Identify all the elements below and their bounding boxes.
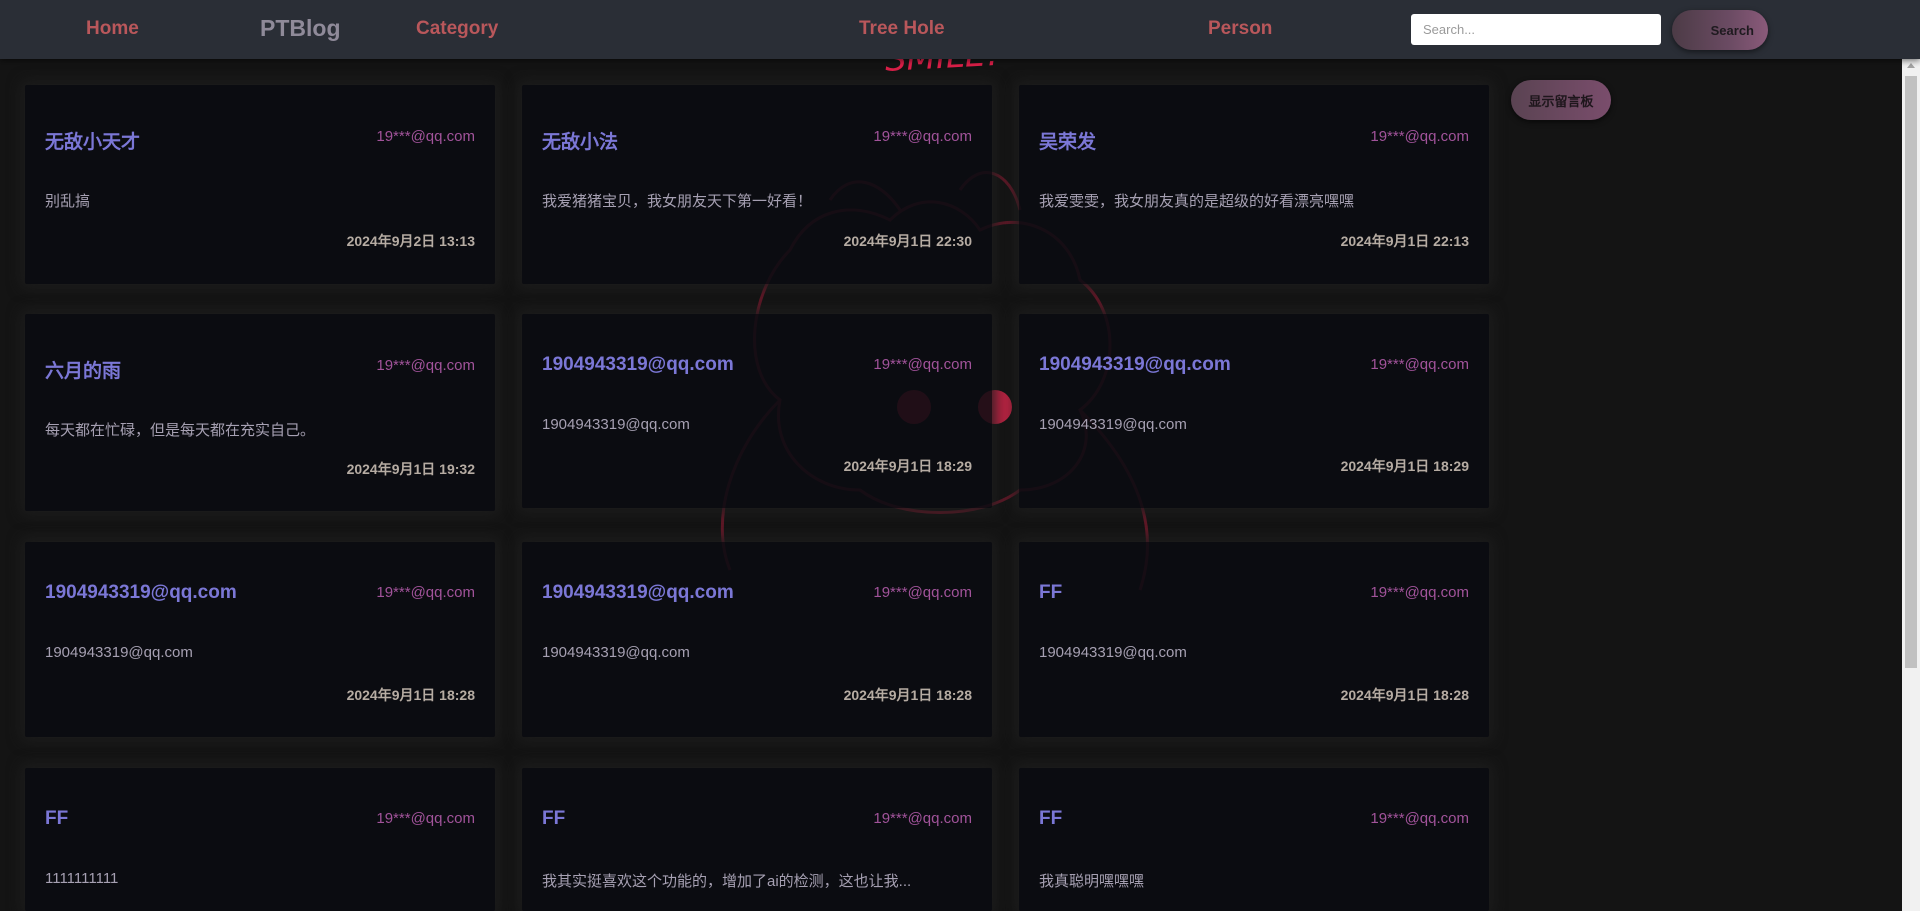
card-email: 19***@qq.com xyxy=(376,810,475,827)
nav-home-link[interactable]: Home xyxy=(86,0,139,59)
message-card[interactable]: 1904943319@qq.com 19***@qq.com 190494331… xyxy=(1019,314,1489,508)
card-date: 2024年9月1日 18:28 xyxy=(843,687,972,703)
card-title: 六月的雨 xyxy=(45,361,122,382)
page-scrollbar[interactable] xyxy=(1902,59,1920,911)
card-email: 19***@qq.com xyxy=(873,356,972,373)
nav-category-link[interactable]: Category xyxy=(416,0,498,59)
card-content: 每天都在忙碌，但是每天都在充实自己。 xyxy=(45,422,316,439)
card-content: 我爱雯雯，我女朋友真的是超级的好看漂亮嘿嘿 xyxy=(1039,193,1355,210)
nav-tree-hole-link[interactable]: Tree Hole xyxy=(859,0,945,59)
brand-logo-link[interactable]: PTBlog xyxy=(260,0,341,59)
message-card[interactable]: FF 19***@qq.com 1904943319@qq.com 2024年9… xyxy=(1019,542,1489,737)
message-card[interactable]: 吴荣发 19***@qq.com 我爱雯雯，我女朋友真的是超级的好看漂亮嘿嘿 2… xyxy=(1019,85,1489,284)
search-input[interactable] xyxy=(1411,14,1661,45)
top-navigation: Home PTBlog Category Tree Hole Person Se… xyxy=(0,0,1920,59)
message-card[interactable]: 1904943319@qq.com 19***@qq.com 190494331… xyxy=(25,542,495,737)
card-date: 2024年9月1日 18:29 xyxy=(843,458,972,474)
card-date: 2024年9月1日 19:32 xyxy=(346,461,475,477)
card-title: FF xyxy=(542,808,566,829)
card-email: 19***@qq.com xyxy=(376,357,475,374)
message-card[interactable]: FF 19***@qq.com 1111111111 xyxy=(25,768,495,911)
card-email: 19***@qq.com xyxy=(1370,810,1469,827)
message-card[interactable]: 1904943319@qq.com 19***@qq.com 190494331… xyxy=(522,314,992,508)
nav-person-link[interactable]: Person xyxy=(1208,0,1272,59)
card-email: 19***@qq.com xyxy=(1370,128,1469,145)
card-email: 19***@qq.com xyxy=(873,584,972,601)
search-button[interactable]: Search xyxy=(1672,10,1768,50)
message-card[interactable]: 无敌小天才 19***@qq.com 别乱搞 2024年9月2日 13:13 xyxy=(25,85,495,284)
card-content: 1904943319@qq.com xyxy=(542,416,690,433)
card-date: 2024年9月1日 18:29 xyxy=(1340,458,1469,474)
card-content: 1111111111 xyxy=(45,870,119,887)
card-email: 19***@qq.com xyxy=(873,128,972,145)
show-message-board-button[interactable]: 显示留言板 xyxy=(1511,80,1611,120)
card-email: 19***@qq.com xyxy=(873,810,972,827)
card-title: FF xyxy=(1039,808,1063,829)
card-email: 19***@qq.com xyxy=(1370,584,1469,601)
card-content: 1904943319@qq.com xyxy=(542,644,690,661)
card-title: 1904943319@qq.com xyxy=(1039,354,1231,375)
card-title: FF xyxy=(45,808,69,829)
card-title: 1904943319@qq.com xyxy=(45,582,237,603)
message-card[interactable]: 1904943319@qq.com 19***@qq.com 190494331… xyxy=(522,542,992,737)
card-content: 1904943319@qq.com xyxy=(45,644,193,661)
card-content: 1904943319@qq.com xyxy=(1039,416,1187,433)
card-title: 无敌小法 xyxy=(542,132,619,153)
card-date: 2024年9月1日 22:30 xyxy=(843,233,972,249)
card-title: 吴荣发 xyxy=(1039,132,1097,153)
card-title: 1904943319@qq.com xyxy=(542,354,734,375)
card-content: 1904943319@qq.com xyxy=(1039,644,1187,661)
card-date: 2024年9月1日 18:28 xyxy=(1340,687,1469,703)
scrollbar-thumb[interactable] xyxy=(1905,76,1917,668)
scroll-up-arrow-icon[interactable] xyxy=(1907,63,1915,68)
card-email: 19***@qq.com xyxy=(376,128,475,145)
card-content: 我真聪明嘿嘿嘿 xyxy=(1039,873,1145,890)
card-date: 2024年9月1日 22:13 xyxy=(1340,233,1469,249)
message-card[interactable]: FF 19***@qq.com 我真聪明嘿嘿嘿 xyxy=(1019,768,1489,911)
card-title: 无敌小天才 xyxy=(45,132,141,153)
card-email: 19***@qq.com xyxy=(376,584,475,601)
message-card[interactable]: 六月的雨 19***@qq.com 每天都在忙碌，但是每天都在充实自己。 202… xyxy=(25,314,495,511)
message-card[interactable]: 无敌小法 19***@qq.com 我爱猪猪宝贝，我女朋友天下第一好看！ 202… xyxy=(522,85,992,284)
message-card[interactable]: FF 19***@qq.com 我其实挺喜欢这个功能的，增加了ai的检测，这也让… xyxy=(522,768,992,911)
card-title: 1904943319@qq.com xyxy=(542,582,734,603)
card-email: 19***@qq.com xyxy=(1370,356,1469,373)
card-date: 2024年9月2日 13:13 xyxy=(346,233,475,249)
card-content: 我爱猪猪宝贝，我女朋友天下第一好看！ xyxy=(542,193,813,210)
card-title: FF xyxy=(1039,582,1063,603)
card-content: 别乱搞 xyxy=(45,193,91,210)
card-content: 我其实挺喜欢这个功能的，增加了ai的检测，这也让我... xyxy=(542,873,912,890)
card-date: 2024年9月1日 18:28 xyxy=(346,687,475,703)
